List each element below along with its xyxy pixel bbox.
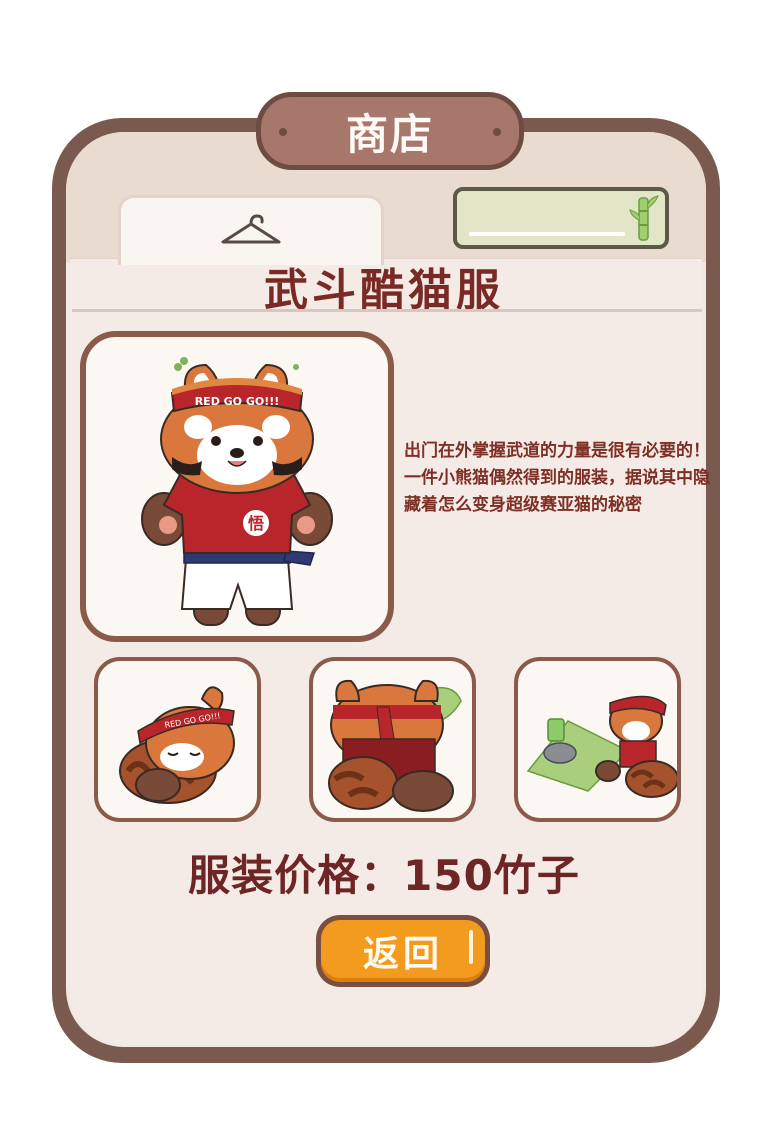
back-button[interactable]: 返回 — [316, 915, 490, 987]
red-panda-back-view-illustration — [328, 679, 462, 812]
shirt-emblem: 悟 — [248, 514, 264, 533]
currency-value-bar — [469, 232, 625, 236]
costume-thumbnail-3[interactable] — [514, 657, 681, 822]
costume-thumbnail-1[interactable]: RED GO GO!!! — [94, 657, 261, 822]
divider — [72, 309, 702, 312]
title-plaque: 商店 — [256, 92, 524, 170]
red-panda-sleeping-illustration: RED GO GO!!! — [119, 686, 235, 804]
back-button-face[interactable]: 返回 — [321, 920, 485, 982]
button-shine — [469, 930, 473, 964]
bamboo-currency-display — [453, 187, 669, 249]
shop-title: 商店 — [345, 109, 434, 159]
costume-thumbnail-2[interactable] — [309, 657, 476, 822]
headband-text: RED GO GO!!! — [195, 395, 280, 408]
rivet-right — [493, 128, 501, 136]
costume-main-preview: 悟 RED GO GO!!! — [80, 331, 394, 642]
costume-price: 服装价格：150竹子 — [188, 851, 580, 900]
costume-description: 出门在外掌握武道的力量是很有必要的！一件小熊猫偶然得到的服装，据说其中隐藏着怎么… — [404, 441, 710, 515]
red-panda-costume-illustration: 悟 RED GO GO!!! — [141, 357, 333, 626]
back-button-label: 返回 — [362, 934, 443, 975]
hanger-icon — [221, 214, 281, 244]
rivet-left — [279, 128, 287, 136]
red-panda-picnic-illustration — [526, 695, 677, 798]
bamboo-icon — [629, 195, 659, 241]
